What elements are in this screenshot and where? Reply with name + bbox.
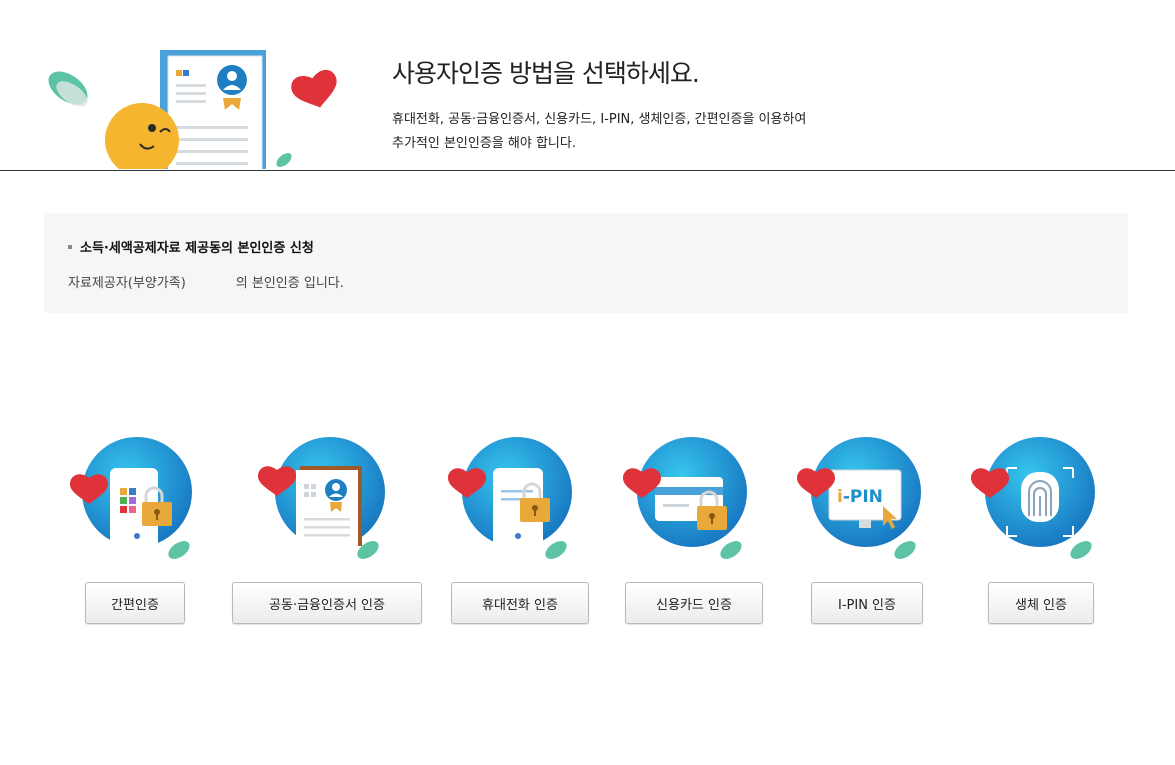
credit-card-lock-icon [623, 437, 747, 559]
description-line-2: 추가적인 본인인증을 해야 합니다. [392, 136, 576, 151]
page-description: 휴대전화, 공동·금융인증서, 신용카드, I-PIN, 생체인증, 간편인증을… [392, 108, 806, 156]
ipin-label: i-PIN [837, 487, 883, 507]
credit-card-auth-button[interactable]: 신용카드 인증 [625, 582, 763, 624]
method-credit-card-auth: 신용카드 인증 [615, 432, 815, 632]
method-biometric-auth: 생체 인증 [963, 432, 1163, 632]
ipin-monitor-icon: i-PIN [797, 437, 921, 559]
info-box: 소득·세액공제자료 제공동의 본인인증 신청 자료제공자(부양가족) 의 본인인증… [44, 213, 1128, 313]
method-certificate-auth: 공동·금융인증서 인증 [232, 432, 450, 632]
description-line-1: 휴대전화, 공동·금융인증서, 신용카드, I-PIN, 생체인증, 간편인증을… [392, 112, 807, 127]
bullet-icon [68, 244, 72, 249]
mobile-phone-lock-icon [448, 437, 572, 559]
certificate-illustration-icon [48, 50, 337, 169]
page-header: 사용자인증 방법을 선택하세요. 휴대전화, 공동·금융인증서, 신용카드, I… [0, 0, 1175, 171]
simple-auth-button[interactable]: 간편인증 [85, 582, 185, 624]
info-text-prefix: 자료제공자(부양가족) [68, 276, 186, 291]
info-text-suffix: 의 본인인증 입니다. [235, 276, 344, 291]
mobile-auth-button[interactable]: 휴대전화 인증 [451, 582, 589, 624]
method-mobile-auth: 휴대전화 인증 [440, 432, 640, 632]
fingerprint-icon [971, 437, 1095, 559]
biometric-auth-button[interactable]: 생체 인증 [988, 582, 1094, 624]
ipin-auth-button[interactable]: I-PIN 인증 [811, 582, 923, 624]
certificate-icon [258, 437, 385, 559]
info-title: 소득·세액공제자료 제공동의 본인인증 신청 [68, 237, 314, 256]
hero-illustration [40, 40, 340, 169]
phone-app-lock-icon [70, 437, 192, 559]
page-title: 사용자인증 방법을 선택하세요. [392, 59, 700, 88]
info-text: 자료제공자(부양가족) 의 본인인증 입니다. [68, 272, 344, 291]
method-ipin-auth: i-PIN I-PIN 인증 [789, 432, 989, 632]
method-simple-auth: 간편인증 [57, 432, 257, 632]
info-title-text: 소득·세액공제자료 제공동의 본인인증 신청 [80, 241, 314, 256]
certificate-auth-button[interactable]: 공동·금융인증서 인증 [232, 582, 422, 624]
